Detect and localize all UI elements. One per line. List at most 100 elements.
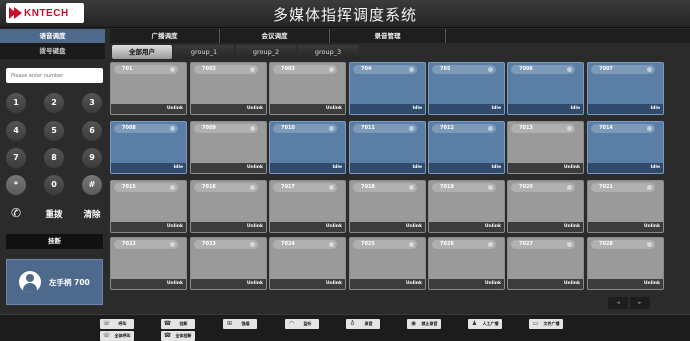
group-tab-group-1[interactable]: group_1 [174,45,234,59]
extension-tile[interactable]: 7018 Unlink [349,180,426,233]
cart-icon: ⊞ [226,320,233,327]
tile-status-bar: Idle [429,163,504,173]
group-call-icon: ☏ [102,332,111,339]
hangup-icon: ☎ [163,320,172,327]
key-7[interactable]: 7 [6,148,26,168]
toolbar-button[interactable]: ☏ 呼叫 [100,319,134,329]
top-tab-strip: 广播调度 会议调度 录音管理 [110,29,690,43]
tile-status-bar: Unlink [191,222,266,232]
extension-tile[interactable]: 7021 Unlink [587,180,664,233]
extension-status: Unlink [246,106,263,111]
tab-broadcast[interactable]: 广播调度 [110,29,220,43]
extension-tile[interactable]: 705 Idle [428,62,505,115]
call-phone-icon[interactable]: ✆ [6,203,26,223]
tile-status-bar: Idle [429,104,504,114]
toolbar-button[interactable]: ⊞ 强插 [223,319,257,329]
extension-number: 7003 [273,65,337,74]
tile-status-bar: Idle [270,163,345,173]
tile-status-bar: Unlink [111,104,186,114]
extension-status: Idle [650,165,661,170]
extension-tile[interactable]: 7014 Idle [587,121,664,174]
toolbar-button-label: 挂断 [179,321,188,326]
extension-tile[interactable]: 7013 Unlink [507,121,584,174]
group-tab-group-2[interactable]: group_2 [236,45,296,59]
tab-recording[interactable]: 录音管理 [330,29,446,43]
tile-status-bar: Unlink [350,222,425,232]
key-6[interactable]: 6 [82,121,102,141]
toolbar-button-label: 全体挂断 [175,333,192,338]
tile-status-bar: Unlink [350,279,425,289]
group-tab-all-users[interactable]: 全部用户 [112,45,172,59]
toolbar-button-label: 录音 [364,321,373,326]
number-input[interactable] [6,68,103,83]
key-9[interactable]: 9 [82,148,102,168]
extension-tile[interactable]: 7016 Unlink [190,180,267,233]
key-hash[interactable]: # [82,175,102,195]
extension-tile[interactable]: 7012 Idle [428,121,505,174]
extension-number: 7023 [194,240,258,249]
extension-tile[interactable]: 7002 Unlink [190,62,267,115]
key-4[interactable]: 4 [6,121,26,141]
extension-number: 7009 [194,124,258,133]
hangup-button[interactable]: 挂断 [6,234,103,249]
extension-status: Idle [650,106,661,111]
toolbar-button[interactable]: ☎ 挂断 [161,319,195,329]
extension-number: 7028 [591,240,655,249]
extension-tile[interactable]: 7008 Idle [110,121,187,174]
key-1[interactable]: 1 [6,93,26,113]
extension-number: 7017 [273,183,337,192]
extension-tile[interactable]: 7028 Unlink [587,237,664,290]
extension-tile[interactable]: 7003 Unlink [269,62,346,115]
extension-tile[interactable]: 7007 Idle [587,62,664,115]
extension-tile[interactable]: 7020 Unlink [507,180,584,233]
extension-tile[interactable]: 7025 Unlink [349,237,426,290]
extension-tile[interactable]: 7023 Unlink [190,237,267,290]
extension-tile[interactable]: 7006 Idle [507,62,584,115]
extension-tile[interactable]: 701 Unlink [110,62,187,115]
extension-tile[interactable]: 704 Idle [349,62,426,115]
extension-tile[interactable]: 7009 Unlink [190,121,267,174]
extension-tile[interactable]: 7022 Unlink [110,237,187,290]
toolbar-button[interactable]: ♁ 录音 [346,319,380,329]
extension-tile[interactable]: 7010 Idle [269,121,346,174]
extension-number: 7021 [591,183,655,192]
extension-tile[interactable]: 7019 Unlink [428,180,505,233]
tab-conference[interactable]: 会议调度 [220,29,330,43]
tab-voice-dispatch[interactable]: 语音调度 [0,29,105,43]
extension-status: Idle [173,165,184,170]
extension-tile[interactable]: 7024 Unlink [269,237,346,290]
left-tab-strip: 语音调度 拨号键盘 [0,29,105,59]
toolbar-button[interactable]: ♟ 人工广播 [468,319,502,329]
toolbar-button[interactable]: ☏ 全体呼叫 [100,331,134,341]
toolbar-button[interactable]: ☎ 全体挂断 [161,331,195,341]
extension-tile[interactable]: 7017 Unlink [269,180,346,233]
key-3[interactable]: 3 [82,93,102,113]
tab-dial-keypad[interactable]: 拨号键盘 [0,43,105,59]
extension-tile[interactable]: 7026 Unlink [428,237,505,290]
key-0[interactable]: 0 [44,175,64,195]
toolbar-button[interactable]: ◠ 监听 [285,319,319,329]
tile-status-bar: Idle [350,163,425,173]
extension-tile[interactable]: 7011 Idle [349,121,426,174]
extension-tile[interactable]: 7015 Unlink [110,180,187,233]
extension-status: Unlink [246,281,263,286]
key-star[interactable]: * [6,175,26,195]
extension-status: Unlink [484,224,501,229]
group-tab-group-3[interactable]: group_3 [298,45,358,59]
key-8[interactable]: 8 [44,148,64,168]
key-5[interactable]: 5 [44,121,64,141]
toolbar-button[interactable]: ◉ 禁止录音 [407,319,441,329]
extension-status: Idle [491,165,502,170]
key-2[interactable]: 2 [44,93,64,113]
extension-status: Idle [332,165,343,170]
next-page-button[interactable]: ► [630,297,650,309]
extension-status: Unlink [325,106,342,111]
prev-page-button[interactable]: ◄ [608,297,628,309]
redial-button[interactable]: 重拨 [42,208,66,220]
toolbar-button[interactable]: ▭ 文件广播 [529,319,563,329]
extension-status: Unlink [405,224,422,229]
tile-status-bar: Unlink [191,279,266,289]
handset-card[interactable]: 左手柄 700 [6,259,103,305]
clear-button[interactable]: 清除 [80,208,104,220]
extension-tile[interactable]: 7027 Unlink [507,237,584,290]
